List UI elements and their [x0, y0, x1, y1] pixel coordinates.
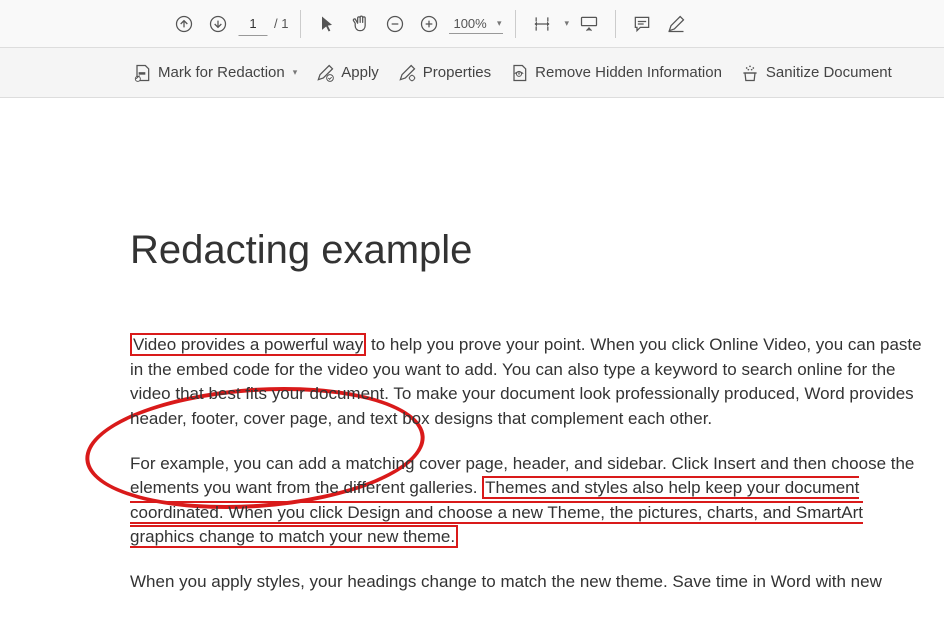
redaction-mark[interactable]: Video provides a powerful way [130, 333, 366, 356]
remove-hidden-info-button[interactable]: Remove Hidden Information [507, 59, 724, 87]
page-total-label: / 1 [274, 16, 288, 31]
arrow-up-icon [174, 14, 194, 34]
toolbar-separator [300, 10, 301, 38]
comment-button[interactable] [628, 10, 656, 38]
redaction-toolbar: Mark for Redaction ▾ Apply Properties Re… [0, 48, 944, 98]
plus-circle-icon [419, 14, 439, 34]
sanitize-icon [740, 63, 760, 83]
pencil-icon [666, 14, 686, 34]
page-down-button[interactable] [204, 10, 232, 38]
toolbar-separator [615, 10, 616, 38]
main-toolbar: / 1 100% ▾ [0, 0, 944, 48]
toolbar-separator [515, 10, 516, 38]
zoom-in-button[interactable] [415, 10, 443, 38]
comment-icon [632, 14, 652, 34]
mark-redaction-icon [132, 63, 152, 83]
document-paragraph: When you apply styles, your headings cha… [130, 570, 930, 595]
properties-label: Properties [423, 64, 491, 81]
remove-hidden-info-label: Remove Hidden Information [535, 64, 722, 81]
document-paragraph: Video provides a powerful way to help yo… [130, 333, 930, 432]
document-paragraph: For example, you can add a matching cove… [130, 452, 930, 551]
select-tool-button[interactable] [313, 10, 341, 38]
redaction-properties-button[interactable]: Properties [395, 59, 493, 87]
screen-down-icon [579, 14, 599, 34]
fit-width-icon [532, 14, 552, 34]
sanitize-label: Sanitize Document [766, 64, 892, 81]
fit-width-button[interactable] [528, 10, 556, 38]
document-page: Redacting example Video provides a power… [0, 98, 944, 615]
properties-icon [397, 63, 417, 83]
cursor-icon [317, 14, 337, 34]
page-number-input[interactable] [238, 12, 268, 36]
sign-button[interactable] [662, 10, 690, 38]
hidden-info-icon [509, 63, 529, 83]
sanitize-document-button[interactable]: Sanitize Document [738, 59, 894, 87]
document-title: Redacting example [130, 228, 934, 273]
mark-for-redaction-button[interactable]: Mark for Redaction ▾ [130, 59, 299, 87]
arrow-down-icon [208, 14, 228, 34]
document-viewport[interactable]: Redacting example Video provides a power… [0, 98, 944, 622]
apply-label: Apply [341, 64, 379, 81]
hand-icon [351, 14, 371, 34]
chevron-down-icon: ▾ [564, 18, 569, 29]
read-mode-button[interactable] [575, 10, 603, 38]
hand-tool-button[interactable] [347, 10, 375, 38]
chevron-down-icon: ▾ [293, 67, 298, 78]
mark-for-redaction-label: Mark for Redaction [158, 64, 285, 81]
minus-circle-icon [385, 14, 405, 34]
zoom-out-button[interactable] [381, 10, 409, 38]
page-up-button[interactable] [170, 10, 198, 38]
zoom-select[interactable]: 100% [449, 14, 503, 34]
apply-icon [315, 63, 335, 83]
apply-redaction-button[interactable]: Apply [313, 59, 381, 87]
